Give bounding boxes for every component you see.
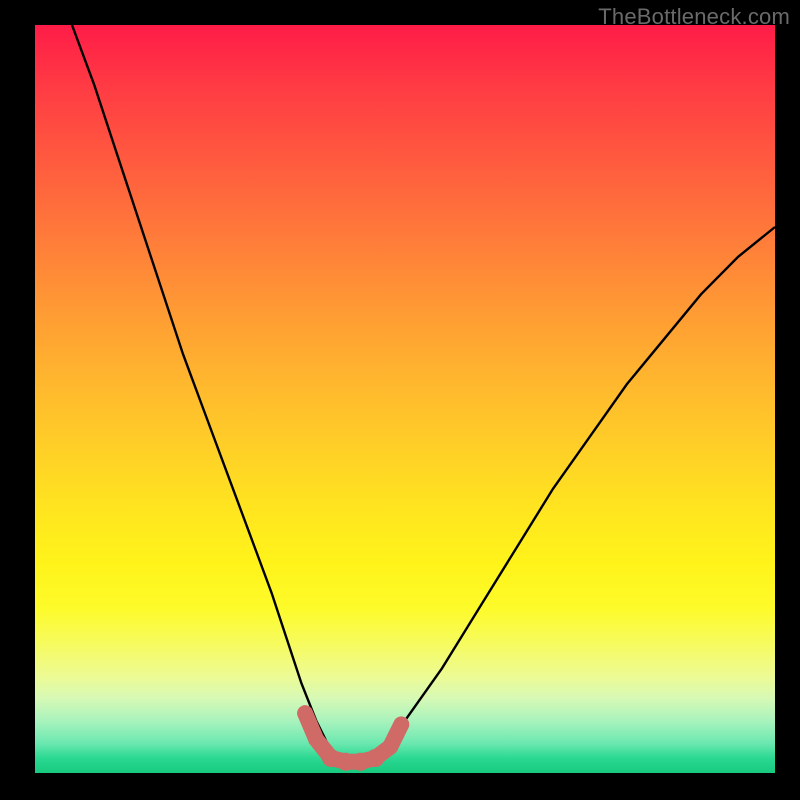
marker-dot <box>298 706 312 720</box>
marker-dot <box>382 739 398 755</box>
marker-dot <box>394 717 408 731</box>
watermark-text: TheBottleneck.com <box>598 4 790 30</box>
chart-frame: TheBottleneck.com <box>0 0 800 800</box>
bottleneck-curve <box>72 25 775 762</box>
marker-dot <box>366 749 384 767</box>
marker-dot <box>308 731 324 747</box>
bottleneck-chart <box>35 25 775 773</box>
plot-area <box>35 25 775 773</box>
